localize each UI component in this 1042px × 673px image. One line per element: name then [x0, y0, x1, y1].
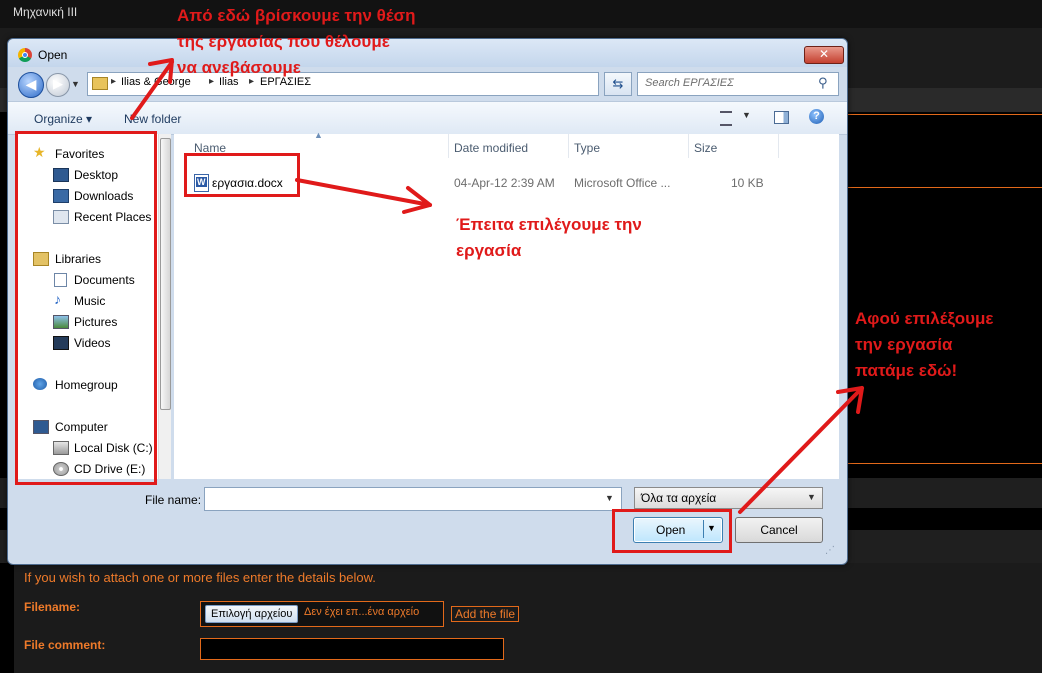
annotation-text: την εργασία — [855, 335, 953, 354]
views-icon[interactable] — [720, 111, 732, 126]
annotation-note-right: Αφού επιλέξουμε την εργασία πατάμε εδώ! — [855, 306, 993, 384]
annotation-text: πατάμε εδώ! — [855, 361, 958, 380]
filename-label: Filename: — [24, 600, 81, 614]
page-title: Μηχανική ΙΙΙ — [13, 5, 78, 19]
column-header-type[interactable]: Type — [574, 141, 600, 155]
divider-line — [846, 187, 1042, 188]
file-name-input[interactable]: ▼ — [204, 487, 622, 511]
divider-line — [846, 463, 1042, 464]
help-icon[interactable]: ? — [809, 109, 824, 124]
file-date-cell: 04-Apr-12 2:39 AM — [454, 176, 555, 190]
divider-line — [846, 114, 1042, 115]
no-file-chosen-text: Δεν έχει επ...ένα αρχείο — [304, 606, 420, 618]
annotation-text: Έπειτα επιλέγουμε την — [456, 215, 642, 234]
attach-instructions: If you wish to attach one or more files … — [24, 570, 376, 585]
page-header-bar — [0, 0, 1042, 28]
refresh-icon[interactable]: ⇆ — [604, 72, 632, 96]
file-name-label: File name: — [145, 493, 202, 507]
scrollbar-thumb[interactable] — [160, 138, 171, 410]
preview-pane-icon[interactable] — [774, 111, 789, 124]
annotation-note-middle: Έπειτα επιλέγουμε την εργασία — [456, 212, 642, 264]
column-divider[interactable] — [778, 134, 779, 158]
column-divider[interactable] — [448, 134, 449, 158]
file-type-filter[interactable]: Όλα τα αρχεία ▼ — [634, 487, 823, 509]
chrome-icon — [18, 48, 32, 62]
annotation-text: Από εδώ βρίσκουμε την θέση — [177, 6, 416, 25]
address-row: ◀ ▶ ▼ ▸ Ilias & George ▸ Ilias ▸ ΕΡΓΑΣΙΕ… — [8, 67, 847, 101]
close-icon: ✕ — [818, 47, 830, 61]
search-icon: ⚲ — [818, 75, 828, 90]
highlight-open-button — [612, 509, 732, 553]
folder-icon — [92, 77, 108, 90]
organize-button[interactable]: Organize ▾ — [34, 112, 92, 126]
column-header-date[interactable]: Date modified — [454, 141, 528, 155]
dialog-title: Open — [38, 48, 68, 62]
forward-arrow-icon[interactable]: ▶ — [46, 73, 70, 97]
highlight-file — [184, 153, 300, 197]
dialog-toolbar: Organize ▾ New folder ▼ ? — [8, 101, 847, 135]
chevron-down-icon[interactable]: ▼ — [71, 79, 80, 89]
file-picker[interactable]: Επιλογή αρχείου Δεν έχει επ...ένα αρχείο — [200, 601, 444, 627]
add-file-button[interactable]: Add the file — [451, 606, 520, 622]
dialog-titlebar[interactable]: Open ✕ — [8, 39, 847, 67]
column-divider[interactable] — [688, 134, 689, 158]
chevron-down-icon[interactable]: ▼ — [605, 493, 614, 503]
annotation-text: εργασία — [456, 241, 522, 260]
annotation-text: της εργασίας που θέλουμε — [177, 32, 390, 51]
file-type-filter-value: Όλα τα αρχεία — [641, 491, 717, 505]
close-button[interactable]: ✕ — [804, 46, 844, 64]
annotation-text: Αφού επιλέξουμε — [855, 309, 994, 328]
chevron-down-icon: ▼ — [807, 492, 816, 502]
resize-grip-icon[interactable]: ⋰ — [825, 545, 835, 556]
file-type-cell: Microsoft Office ... — [574, 176, 671, 190]
choose-file-button[interactable]: Επιλογή αρχείου — [205, 605, 299, 623]
chevron-down-icon[interactable]: ▼ — [742, 110, 751, 120]
file-size-cell: 10 KB — [731, 176, 764, 190]
cancel-button[interactable]: Cancel — [735, 517, 823, 543]
sort-up-icon: ▲ — [314, 130, 323, 140]
annotation-text: να ανεβάσουμε — [177, 58, 301, 77]
breadcrumb-separator: ▸ — [111, 76, 117, 87]
new-folder-button[interactable]: New folder — [124, 112, 181, 126]
search-placeholder: Search ΕΡΓΑΣΙΕΣ — [645, 77, 734, 89]
file-comment-label: File comment: — [24, 638, 106, 652]
column-divider[interactable] — [568, 134, 569, 158]
search-input[interactable]: Search ΕΡΓΑΣΙΕΣ ⚲ — [637, 72, 839, 96]
file-comment-input[interactable] — [200, 638, 504, 660]
annotation-note-top: Από εδώ βρίσκουμε την θέση της εργασίας … — [177, 3, 416, 81]
back-arrow-icon[interactable]: ◀ — [18, 72, 44, 98]
highlight-navigation-pane — [15, 131, 157, 485]
navigation-scrollbar[interactable] — [158, 134, 171, 479]
column-header-size[interactable]: Size — [694, 141, 717, 155]
